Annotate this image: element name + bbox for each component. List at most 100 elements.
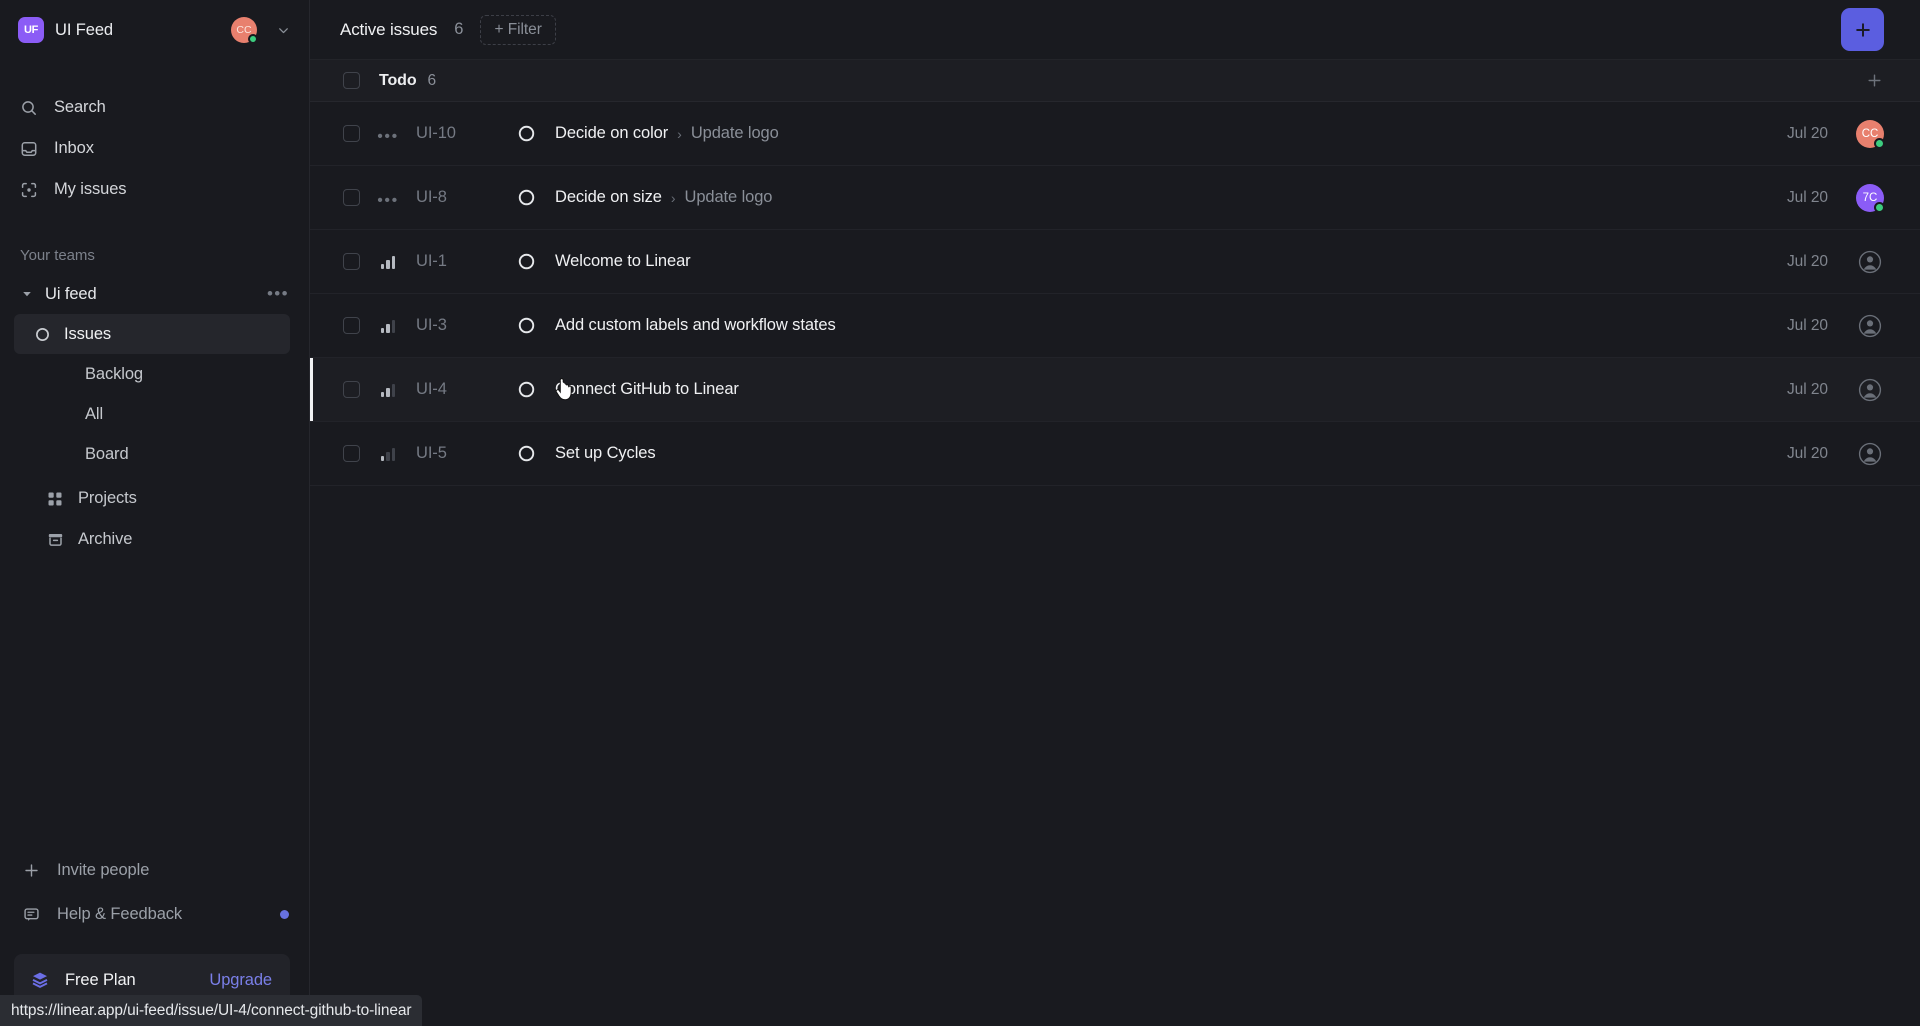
sidebar-item-archive[interactable]: Archive [0, 519, 309, 560]
status-todo-icon[interactable] [516, 380, 536, 399]
chevron-down-icon[interactable] [276, 23, 291, 38]
issue-date: Jul 20 [1786, 124, 1828, 142]
upgrade-link[interactable]: Upgrade [209, 971, 272, 990]
priority-bar [391, 319, 396, 333]
unassigned-icon [1856, 440, 1884, 468]
sidebar-item-all[interactable]: All [14, 394, 290, 434]
team-header-ui-feed[interactable]: Ui feed ••• [0, 274, 309, 314]
status-todo-icon[interactable] [516, 188, 536, 207]
sidebar-item-issues[interactable]: Issues [14, 314, 290, 354]
issue-id: UI-3 [416, 316, 447, 334]
table-row[interactable]: UI-5 Set up Cycles Jul 20 [310, 422, 1920, 486]
sidebar-item-backlog[interactable]: Backlog [14, 354, 290, 394]
assignee-avatar[interactable]: 7C [1856, 183, 1885, 213]
status-todo-icon[interactable] [516, 444, 536, 463]
breadcrumb-separator: › [670, 189, 676, 206]
issue-title-group: Add custom labels and workflow states [555, 316, 1787, 335]
help-feedback-button[interactable]: Help & Feedback [0, 892, 309, 936]
sidebar-item-search[interactable]: Search [0, 87, 309, 128]
issue-title[interactable]: Decide on size [555, 188, 662, 207]
issue-id: UI-10 [416, 124, 456, 142]
status-todo-icon[interactable] [516, 124, 536, 143]
circle-icon [33, 325, 51, 343]
sidebar-item-inbox[interactable]: Inbox [0, 128, 309, 169]
issue-title[interactable]: Add custom labels and workflow states [555, 316, 836, 335]
priority-icon[interactable] [378, 447, 398, 461]
priority-bar [391, 383, 396, 397]
add-filter-button[interactable]: + Filter [480, 14, 556, 45]
priority-none-icon: ••• [377, 191, 399, 209]
issue-title[interactable]: Decide on color [555, 124, 668, 143]
presence-dot [1874, 201, 1885, 213]
issue-title-group: Decide on color › Update logo [555, 124, 1787, 143]
help-feedback-label: Help & Feedback [57, 904, 183, 923]
table-row[interactable]: ••• UI-10 Decide on color › Update logo Jul 2… [310, 102, 1920, 166]
issue-parent-title[interactable]: Update logo [685, 188, 773, 207]
row-select-checkbox[interactable] [343, 189, 360, 206]
assignee-avatar[interactable]: CC [1856, 119, 1885, 149]
row-select-checkbox[interactable] [343, 317, 360, 334]
main-content: Active issues 6 + Filter Todo 6 ••• UI-10… [309, 0, 1920, 1026]
unassigned-icon [1856, 376, 1884, 404]
issue-date: Jul 20 [1786, 444, 1828, 462]
sidebar-item-projects[interactable]: Projects [0, 478, 309, 519]
priority-icon[interactable]: ••• [377, 127, 398, 144]
table-row[interactable]: UI-3 Add custom labels and workflow state… [310, 294, 1920, 358]
unassigned-icon [1856, 312, 1884, 340]
sidebar-item-board[interactable]: Board [14, 434, 290, 474]
invite-people-button[interactable]: Invite people [0, 848, 309, 892]
my-issues-icon [19, 180, 39, 200]
priority-icon[interactable] [378, 383, 398, 397]
sidebar-item-label: Archive [78, 530, 133, 548]
sidebar-item-label: Projects [78, 489, 137, 507]
issue-title[interactable]: Connect GitHub to Linear [555, 380, 739, 399]
sidebar-item-label: Backlog [85, 364, 144, 383]
row-select-checkbox[interactable] [343, 381, 360, 398]
status-todo-icon[interactable] [516, 316, 536, 335]
sidebar-item-label: All [85, 404, 104, 423]
group-count: 6 [427, 71, 437, 89]
priority-bar [386, 451, 390, 461]
issue-parent-title[interactable]: Update logo [691, 124, 779, 143]
table-row[interactable]: UI-4 Connect GitHub to Linear Jul 20 [310, 358, 1920, 422]
assignee-avatar[interactable] [1856, 248, 1884, 276]
priority-icon[interactable] [378, 319, 398, 333]
priority-bar [380, 327, 385, 333]
priority-bar [391, 447, 396, 461]
issue-title[interactable]: Welcome to Linear [555, 252, 691, 271]
row-select-checkbox[interactable] [343, 445, 360, 462]
issue-date: Jul 20 [1786, 252, 1828, 270]
issue-title[interactable]: Set up Cycles [555, 444, 656, 463]
user-avatar[interactable]: CC [231, 17, 258, 44]
sidebar-item-my-issues[interactable]: My issues [0, 169, 309, 210]
group-add-issue-button[interactable] [1865, 71, 1884, 90]
sidebar: UF UI Feed CC Search Inbox My issues You… [0, 0, 309, 1026]
caret-down-icon[interactable] [22, 289, 38, 299]
assignee-avatar[interactable] [1856, 312, 1884, 340]
table-row[interactable]: ••• UI-8 Decide on size › Update logo Jul 20 7… [310, 166, 1920, 230]
sidebar-item-label: Inbox [54, 139, 94, 157]
inbox-icon [19, 139, 39, 159]
presence-dot [248, 34, 258, 44]
unassigned-icon [1856, 248, 1884, 276]
assignee-avatar[interactable] [1856, 376, 1884, 404]
workspace-header[interactable]: UF UI Feed CC [0, 0, 309, 60]
team-children: Issues Backlog All Board [0, 314, 309, 474]
plan-name: Free Plan [65, 970, 136, 989]
more-horizontal-icon[interactable]: ••• [267, 285, 289, 302]
search-icon [19, 98, 39, 118]
archive-icon [46, 531, 64, 549]
priority-icon[interactable] [378, 255, 398, 269]
priority-icon[interactable]: ••• [377, 191, 399, 209]
team-extras-nav: Projects Archive [0, 478, 309, 560]
row-select-checkbox[interactable] [343, 125, 360, 142]
status-todo-icon[interactable] [516, 252, 536, 271]
table-row[interactable]: UI-1 Welcome to Linear Jul 20 [310, 230, 1920, 294]
assignee-avatar[interactable] [1856, 440, 1884, 468]
new-issue-button[interactable] [1841, 8, 1884, 51]
row-select-checkbox[interactable] [343, 253, 360, 270]
issue-date: Jul 20 [1786, 188, 1828, 206]
group-select-checkbox[interactable] [343, 72, 360, 89]
teams-section-label: Your teams [20, 247, 95, 264]
